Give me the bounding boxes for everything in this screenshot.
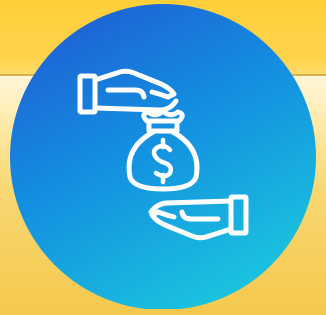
- background-circle: [10, 4, 316, 309]
- money-exchange-emblem: [10, 4, 316, 309]
